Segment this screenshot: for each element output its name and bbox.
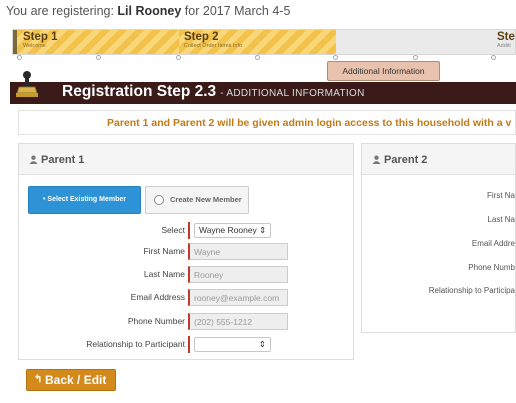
parent-1-title-text: Parent 1	[41, 154, 85, 166]
first-name-row: First Name	[19, 243, 185, 260]
create-new-member-button[interactable]: Create New Member	[145, 186, 249, 214]
step-progress-bar: Step 1 Welcome Step 2 Collect Order Item…	[12, 29, 516, 55]
registering-suffix: for 2017 March 4-5	[181, 4, 291, 18]
progress-dot	[413, 55, 418, 60]
parent-2-title: Parent 2	[372, 154, 427, 166]
last-name-label: Last Name	[143, 269, 185, 279]
step-2-label[interactable]: Step 2 Collect Order Items Info	[184, 31, 242, 50]
registration-context: You are registering: Lil Rooney for 2017…	[6, 4, 290, 18]
back-edit-label: Back / Edit	[45, 373, 107, 387]
select-arrows-icon: ⇕	[256, 225, 267, 235]
parent-2-phone-label: Phone Numb	[468, 263, 515, 272]
relationship-label: Relationship to Participant	[86, 339, 185, 349]
last-name-field[interactable]: Rooney	[188, 266, 288, 283]
step-1-subtitle: Welcome	[23, 43, 46, 49]
phone-row: Phone Number	[19, 313, 185, 330]
back-arrow-icon: ↰	[34, 374, 43, 385]
progress-dot	[96, 55, 101, 60]
relationship-select[interactable]: ⇕	[194, 337, 271, 352]
step-1-label[interactable]: Step 1 Welcome	[23, 31, 58, 50]
parent-2-panel: Parent 2 First Na Last Na Email Addre Ph…	[361, 143, 516, 333]
registering-prefix: You are registering:	[6, 4, 118, 18]
progress-dot	[491, 55, 496, 60]
step-3-label[interactable]: Ste Additi	[497, 31, 515, 50]
select-arrows-icon: ⇕	[258, 339, 266, 349]
parent-2-title-text: Parent 2	[384, 154, 428, 166]
parent-2-last-name-label: Last Na	[487, 215, 515, 224]
back-edit-button[interactable]: ↰ Back / Edit	[26, 369, 116, 391]
first-name-field[interactable]: Wayne	[188, 243, 288, 260]
page-header: Registration Step 2.3- ADDITIONAL INFORM…	[10, 82, 516, 104]
phone-label: Phone Number	[127, 316, 185, 326]
relationship-row: Relationship to Participant	[19, 336, 185, 353]
parent-2-email-label: Email Addre	[471, 239, 515, 248]
email-label: Email Address	[130, 292, 185, 302]
select-existing-member-label: Select Existing Member	[47, 196, 126, 203]
info-notice: Parent 1 and Parent 2 will be given admi…	[18, 110, 516, 135]
progress-dot	[255, 55, 260, 60]
progress-dot	[176, 55, 181, 60]
last-name-row: Last Name	[19, 266, 185, 283]
parent-2-header: Parent 2	[362, 144, 515, 175]
page-title-text: Registration Step 2.3	[62, 83, 217, 100]
select-existing-member-button[interactable]: • Select Existing Member	[28, 186, 141, 214]
first-name-label: First Name	[143, 246, 185, 256]
step-3-title: Ste	[497, 31, 515, 43]
parent-2-first-name-label: First Na	[487, 191, 515, 200]
step-1-title: Step 1	[23, 31, 58, 43]
progress-dot-current	[333, 55, 338, 60]
info-notice-text: Parent 1 and Parent 2 will be given admi…	[107, 117, 512, 129]
participant-name: Lil Rooney	[117, 4, 182, 18]
page-title: Registration Step 2.3- ADDITIONAL INFORM…	[62, 83, 365, 101]
user-icon	[29, 155, 38, 164]
parent-1-title: Parent 1	[29, 154, 84, 166]
step-2-title: Step 2	[184, 31, 219, 43]
select-row: Select	[19, 222, 185, 239]
member-select[interactable]: Wayne Rooney ⇕	[194, 223, 271, 238]
parent-1-header: Parent 1	[19, 144, 353, 175]
parent-2-relationship-label: Relationship to Participa	[428, 286, 515, 295]
user-icon	[372, 155, 381, 164]
email-row: Email Address	[19, 289, 185, 306]
step-tooltip: Additional Information	[327, 61, 440, 81]
step-2-subtitle: Collect Order Items Info	[184, 43, 243, 49]
phone-field[interactable]: (202) 555-1212	[188, 313, 288, 330]
parent-1-panel: Parent 1 • Select Existing Member Create…	[18, 143, 354, 360]
email-field[interactable]: rooney@example.com	[188, 289, 288, 306]
create-new-member-label: Create New Member	[170, 195, 242, 204]
stamp-icon	[16, 71, 38, 97]
page-subtitle: - ADDITIONAL INFORMATION	[220, 88, 365, 99]
progress-dot	[17, 55, 22, 60]
required-marker	[188, 336, 190, 353]
required-marker	[188, 222, 190, 239]
member-select-value: Wayne Rooney	[199, 225, 257, 235]
select-label: Select	[161, 225, 185, 235]
step-3-subtitle: Additi	[497, 43, 511, 49]
radio-icon	[154, 195, 164, 205]
